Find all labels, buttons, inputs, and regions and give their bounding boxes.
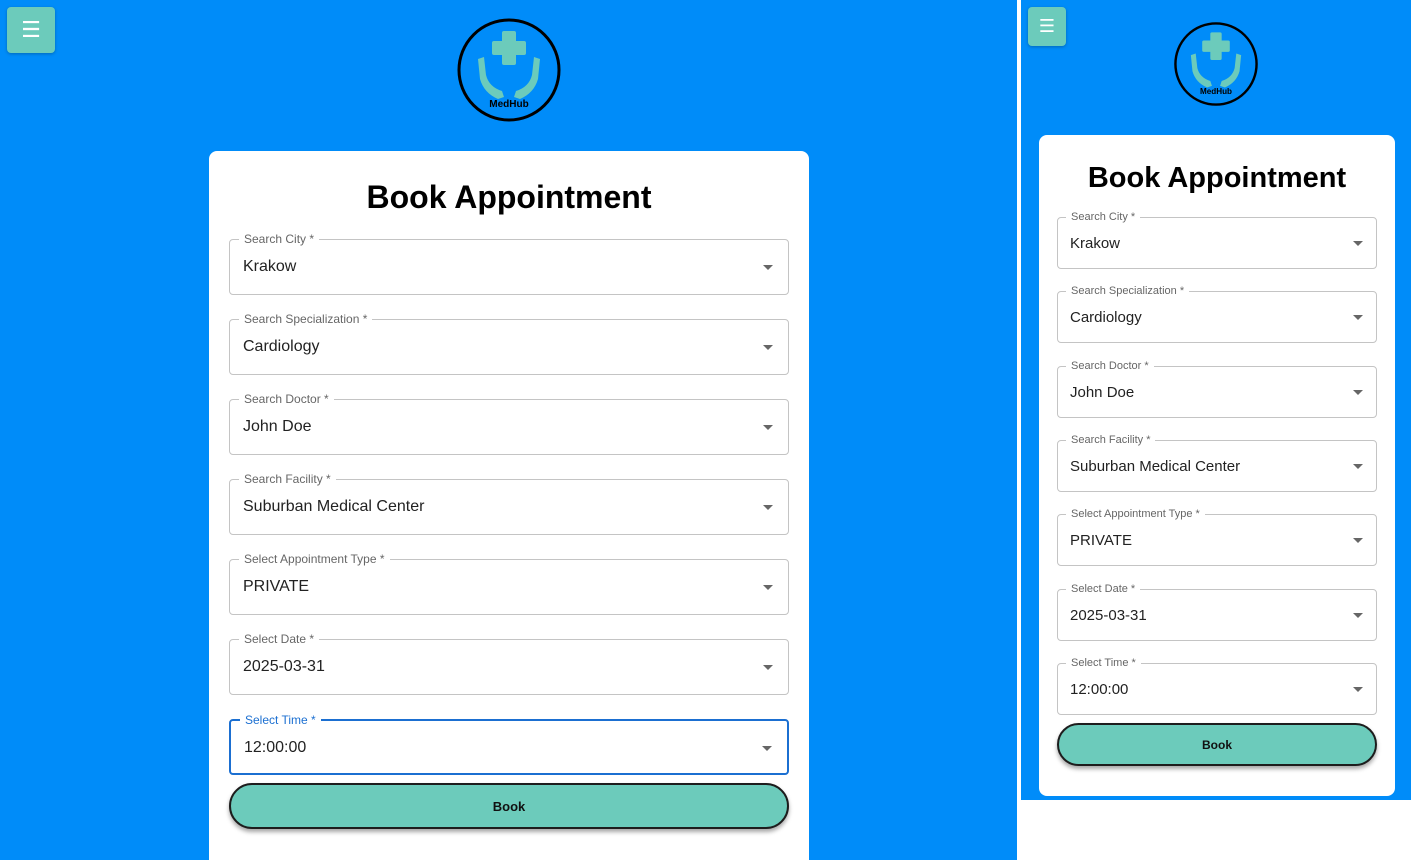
facility-label: Search Facility * bbox=[239, 472, 336, 486]
doctor-select[interactable]: Search Doctor * John Doe bbox=[1057, 359, 1377, 418]
city-select[interactable]: Search City * Krakow bbox=[1057, 210, 1377, 269]
book-button[interactable]: Book bbox=[229, 783, 789, 829]
date-label: Select Date * bbox=[1066, 582, 1141, 596]
doctor-label: Search Doctor * bbox=[1066, 359, 1154, 373]
appointment-type-select[interactable]: Select Appointment Type * PRIVATE bbox=[1057, 507, 1377, 566]
appointment-type-value: PRIVATE bbox=[1070, 532, 1132, 549]
chevron-down-icon[interactable] bbox=[1353, 538, 1363, 543]
time-value: 12:00:00 bbox=[1070, 681, 1129, 698]
time-select[interactable]: Select Time * 12:00:00 bbox=[229, 713, 789, 775]
time-label: Select Time * bbox=[240, 713, 321, 727]
date-select[interactable]: Select Date * 2025-03-31 bbox=[1057, 582, 1377, 641]
appointment-type-label: Select Appointment Type * bbox=[239, 552, 390, 566]
specialization-label: Search Specialization * bbox=[1066, 284, 1190, 298]
chevron-down-icon[interactable] bbox=[763, 505, 773, 510]
chevron-down-icon[interactable] bbox=[1353, 390, 1363, 395]
chevron-down-icon[interactable] bbox=[763, 265, 773, 270]
date-value: 2025-03-31 bbox=[1070, 607, 1147, 624]
desktop-view: ☰ MedHub Book Appointment Search City * … bbox=[0, 0, 1017, 860]
time-label: Select Time * bbox=[1066, 656, 1141, 670]
chevron-down-icon[interactable] bbox=[763, 345, 773, 350]
date-select[interactable]: Select Date * 2025-03-31 bbox=[229, 632, 789, 695]
chevron-down-icon[interactable] bbox=[763, 425, 773, 430]
doctor-value: John Doe bbox=[1070, 384, 1135, 401]
facility-label: Search Facility * bbox=[1066, 433, 1156, 447]
facility-select[interactable]: Search Facility * Suburban Medical Cente… bbox=[229, 472, 789, 535]
city-value: Krakow bbox=[1070, 235, 1121, 252]
city-value: Krakow bbox=[243, 258, 297, 275]
specialization-label: Search Specialization * bbox=[239, 312, 373, 326]
chevron-down-icon[interactable] bbox=[1353, 613, 1363, 618]
date-label: Select Date * bbox=[239, 632, 320, 646]
page-title: Book Appointment bbox=[1087, 162, 1347, 194]
chevron-down-icon[interactable] bbox=[1353, 315, 1363, 320]
appointment-type-select[interactable]: Select Appointment Type * PRIVATE bbox=[229, 552, 789, 615]
date-value: 2025-03-31 bbox=[243, 658, 325, 675]
medhub-logo: MedHub bbox=[457, 18, 561, 122]
appointment-type-label: Select Appointment Type * bbox=[1066, 507, 1205, 521]
logo-text: MedHub bbox=[1200, 87, 1232, 96]
chevron-down-icon[interactable] bbox=[763, 585, 773, 590]
medhub-logo: MedHub bbox=[1174, 22, 1258, 106]
time-select[interactable]: Select Time * 12:00:00 bbox=[1057, 656, 1377, 715]
facility-value: Suburban Medical Center bbox=[1070, 458, 1241, 475]
chevron-down-icon[interactable] bbox=[763, 665, 773, 670]
facility-select[interactable]: Search Facility * Suburban Medical Cente… bbox=[1057, 433, 1377, 492]
city-label: Search City * bbox=[1066, 210, 1141, 224]
hamburger-menu-icon: ☰ bbox=[1038, 16, 1056, 37]
booking-card: Book Appointment Search City * Krakow Se… bbox=[1039, 135, 1395, 796]
chevron-down-icon[interactable] bbox=[1353, 687, 1363, 692]
page-title: Book Appointment bbox=[366, 179, 652, 215]
chevron-down-icon[interactable] bbox=[1353, 241, 1363, 246]
doctor-value: John Doe bbox=[243, 418, 312, 435]
menu-button[interactable]: ☰ bbox=[7, 7, 55, 53]
appointment-type-value: PRIVATE bbox=[243, 578, 310, 595]
time-value: 12:00:00 bbox=[244, 739, 307, 756]
menu-button[interactable]: ☰ bbox=[1028, 7, 1066, 46]
mobile-view: ☰ MedHub Book Appointment Search City * … bbox=[1021, 0, 1411, 800]
book-button[interactable]: Book bbox=[1057, 723, 1377, 766]
hamburger-menu-icon: ☰ bbox=[21, 17, 41, 43]
doctor-label: Search Doctor * bbox=[239, 392, 334, 406]
doctor-select[interactable]: Search Doctor * John Doe bbox=[229, 392, 789, 455]
chevron-down-icon[interactable] bbox=[1353, 464, 1363, 469]
logo-text: MedHub bbox=[489, 99, 528, 110]
specialization-value: Cardiology bbox=[1070, 309, 1142, 326]
specialization-select[interactable]: Search Specialization * Cardiology bbox=[229, 312, 789, 375]
chevron-down-icon[interactable] bbox=[762, 746, 772, 751]
facility-value: Suburban Medical Center bbox=[243, 498, 425, 515]
city-select[interactable]: Search City * Krakow bbox=[229, 232, 789, 295]
city-label: Search City * bbox=[239, 232, 320, 246]
specialization-select[interactable]: Search Specialization * Cardiology bbox=[1057, 284, 1377, 343]
booking-card: Book Appointment Search City * Krakow Se… bbox=[209, 151, 809, 860]
specialization-value: Cardiology bbox=[243, 338, 320, 355]
